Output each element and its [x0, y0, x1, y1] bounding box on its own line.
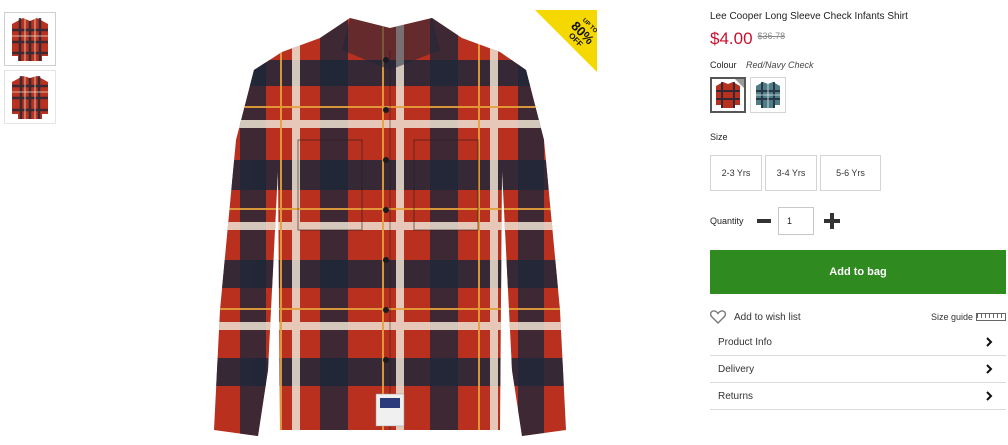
- product-details: Lee Cooper Long Sleeve Check Infants Shi…: [710, 10, 1006, 410]
- accordion-label: Product Info: [718, 336, 772, 348]
- wish-list-label: Add to wish list: [734, 311, 801, 323]
- size-option-2-3[interactable]: 2-3 Yrs: [710, 155, 762, 191]
- size-option-3-4[interactable]: 3-4 Yrs: [765, 155, 817, 191]
- swatch-teal[interactable]: [750, 77, 786, 113]
- shirt-back-thumbnail-image: [12, 76, 48, 119]
- quantity-row: Quantity 1: [710, 207, 1006, 235]
- wish-size-row: Add to wish list Size guide: [710, 308, 1006, 326]
- quantity-label: Quantity: [710, 216, 744, 226]
- promo-badge-text: UP TO 80% OFF: [535, 10, 598, 72]
- size-option-5-6[interactable]: 5-6 Yrs: [820, 155, 881, 191]
- colour-swatches: [710, 77, 1006, 113]
- accordion-label: Delivery: [718, 363, 755, 375]
- shirt-image: [214, 18, 566, 436]
- chevron-right-icon: [986, 337, 993, 347]
- accordion-delivery[interactable]: Delivery: [710, 356, 1006, 383]
- add-to-bag-button[interactable]: Add to bag: [710, 250, 1006, 294]
- ruler-icon: [976, 313, 1006, 321]
- product-title: Lee Cooper Long Sleeve Check Infants Shi…: [710, 11, 908, 22]
- swatch-teal-image: [756, 82, 780, 108]
- chevron-right-icon: [986, 364, 993, 374]
- accordion-label: Returns: [718, 390, 754, 402]
- price-row: $4.00 $36.78: [710, 28, 1006, 52]
- swatch-red-navy[interactable]: [710, 77, 746, 113]
- quantity-decrease-button[interactable]: [756, 213, 772, 229]
- size-guide-label: Size guide: [930, 312, 973, 322]
- shirt-thumbnail-image: [12, 18, 48, 61]
- chevron-right-icon: [986, 391, 993, 401]
- size-options: 2-3 Yrs 3-4 Yrs 5-6 Yrs: [710, 155, 1006, 191]
- product-accordion: Product Info Delivery Returns: [710, 329, 1006, 410]
- size-label: Size: [710, 132, 728, 142]
- main-product-image[interactable]: UP TO 80% OFF: [190, 10, 600, 440]
- colour-value: Red/Navy Check: [746, 60, 814, 70]
- colour-label: Colour: [710, 60, 737, 70]
- quantity-input[interactable]: 1: [778, 207, 814, 235]
- quantity-increase-button[interactable]: [824, 213, 840, 229]
- was-price: $36.78: [757, 31, 786, 41]
- add-to-wish-list-link[interactable]: Add to wish list: [710, 310, 801, 324]
- thumbnail-front[interactable]: [4, 12, 56, 66]
- heart-icon: [710, 310, 726, 324]
- selected-corner-icon: [735, 79, 744, 88]
- size-guide-link[interactable]: Size guide: [931, 312, 1006, 322]
- accordion-product-info[interactable]: Product Info: [710, 329, 1006, 356]
- minus-icon: [757, 219, 771, 223]
- thumbnail-back[interactable]: [4, 70, 56, 124]
- thumbnail-list: [4, 12, 58, 128]
- accordion-returns[interactable]: Returns: [710, 383, 1006, 410]
- current-price: $4.00: [710, 29, 753, 48]
- colour-row: Colour Red/Navy Check: [710, 58, 1006, 72]
